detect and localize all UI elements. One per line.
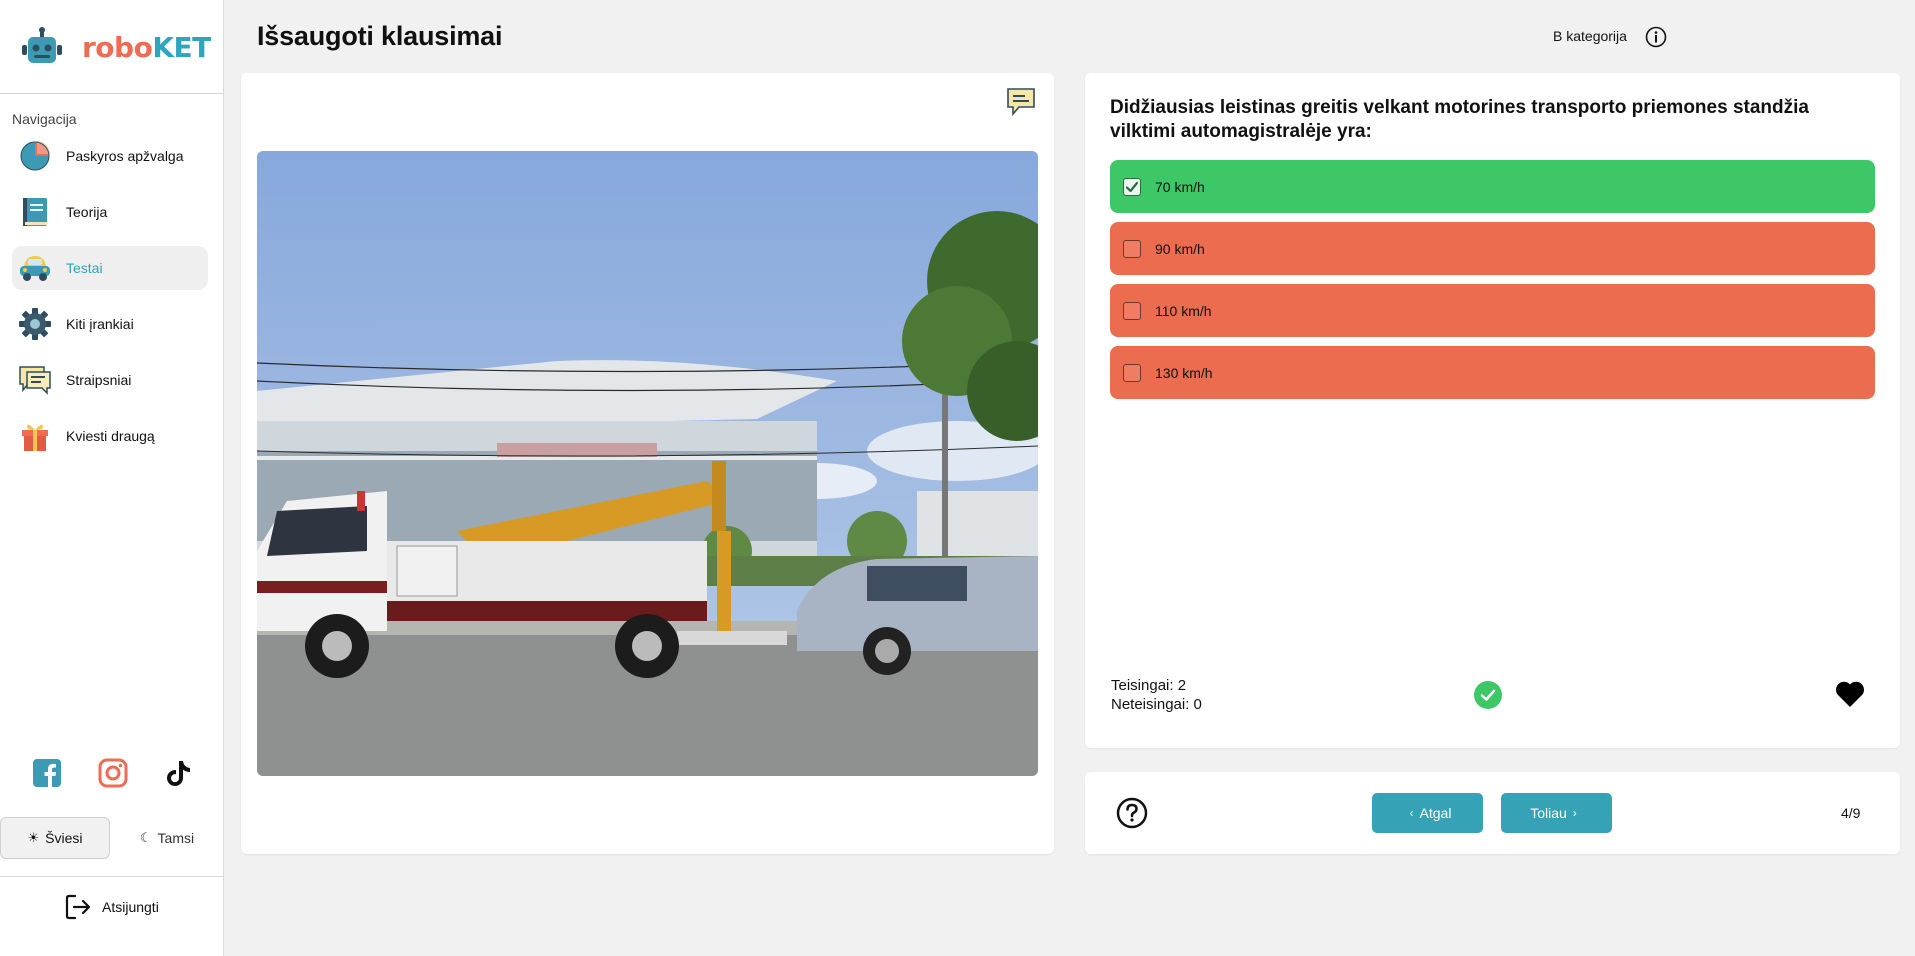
answer-checkbox[interactable] [1123,301,1141,320]
dark-theme-button[interactable]: ☾ Tamsi [112,817,222,859]
theme-switcher: ☀ Šviesi ☾ Tamsi [0,817,224,859]
answer-option[interactable]: 130 km/h [1110,346,1875,399]
brand-name: roboKET [82,31,211,64]
answer-option[interactable]: 90 km/h [1110,222,1875,275]
question-navigation-card [1085,772,1900,854]
instagram-icon[interactable] [96,756,130,790]
tow-truck-photo [257,151,1038,776]
nav-title: Navigacija [12,111,77,127]
checkmark-icon [1125,181,1139,192]
facebook-icon[interactable] [30,756,64,790]
question-text: Didžiausias leistinas greitis velkant mo… [1110,97,1809,142]
chat-bubbles-icon [18,363,52,397]
logout-label: Atsijungti [102,899,159,915]
brand-logo[interactable]: roboKET [20,26,211,68]
correct-count: Teisingai: 2 [1111,677,1187,694]
gift-icon [18,419,52,453]
answer-label: 90 km/h [1155,240,1205,257]
answer-option[interactable]: 110 km/h [1110,284,1875,337]
category-label: B kategorija [1553,28,1627,44]
sidebar-item-other-tools[interactable]: Kiti įrankiai [12,302,208,346]
back-button[interactable]: ‹ Atgal [1372,793,1483,833]
answer-checkbox[interactable] [1123,363,1141,382]
comment-icon[interactable] [1005,86,1037,118]
sidebar-item-invite-friend[interactable]: Kviesti draugą [12,414,208,458]
dark-theme-label: Tamsi [157,830,195,846]
answer-checkbox[interactable] [1123,177,1141,196]
sidebar-item-label: Testai [66,260,103,276]
chevron-left-icon: ‹ [1409,806,1414,820]
answer-option[interactable]: 70 km/h [1110,160,1875,213]
sidebar-divider [0,93,224,94]
brand-ket: KET [152,30,211,64]
answer-label: 110 km/h [1155,302,1212,319]
answer-checkbox[interactable] [1123,239,1141,258]
sidebar-item-account-overview[interactable]: Paskyros apžvalga [12,134,208,178]
pie-chart-icon [18,139,52,173]
book-icon [18,195,52,229]
sidebar-item-theory[interactable]: Teorija [12,190,208,234]
sun-icon: ☀ [27,830,40,845]
info-icon[interactable] [1645,26,1667,48]
sidebar-item-label: Teorija [66,204,108,220]
question-counter: 4/9 [1841,805,1861,821]
sidebar-item-label: Kviesti draugą [66,428,155,444]
sidebar-divider [0,876,224,877]
sidebar-item-label: Kiti įrankiai [66,316,134,332]
sidebar: roboKET Navigacija Paskyros apžvalga Teo… [0,0,224,956]
gear-icon [18,307,52,341]
heart-icon[interactable] [1835,680,1865,708]
check-circle-icon [1474,681,1502,709]
chevron-right-icon: › [1572,806,1577,820]
next-button[interactable]: Toliau › [1501,793,1612,833]
nav-list: Paskyros apžvalga Teorija Testai Kiti įr… [12,134,208,470]
score-stats: Teisingai: 2 Neteisingai: 0 [1111,676,1202,714]
sidebar-item-articles[interactable]: Straipsniai [12,358,208,402]
sidebar-item-tests[interactable]: Testai [12,246,208,290]
answer-label: 70 km/h [1155,178,1205,195]
incorrect-count: Neteisingai: 0 [1111,696,1202,713]
robot-icon [22,27,62,63]
back-label: Atgal [1419,805,1452,821]
page-title: Išsaugoti klausimai [257,21,503,51]
car-icon [18,251,52,285]
light-theme-button[interactable]: ☀ Šviesi [0,817,110,859]
sidebar-item-label: Paskyros apžvalga [66,148,184,164]
next-label: Toliau [1530,805,1567,821]
social-links [30,756,196,790]
moon-icon: ☾ [139,830,152,845]
brand-robo: robo [82,30,153,64]
logout-button[interactable]: Atsijungti [64,893,159,921]
logout-icon [65,894,91,920]
sidebar-item-label: Straipsniai [66,372,132,388]
light-theme-label: Šviesi [45,830,83,846]
tiktok-icon[interactable] [162,756,196,790]
help-icon[interactable] [1116,797,1148,829]
answer-label: 130 km/h [1155,364,1213,381]
